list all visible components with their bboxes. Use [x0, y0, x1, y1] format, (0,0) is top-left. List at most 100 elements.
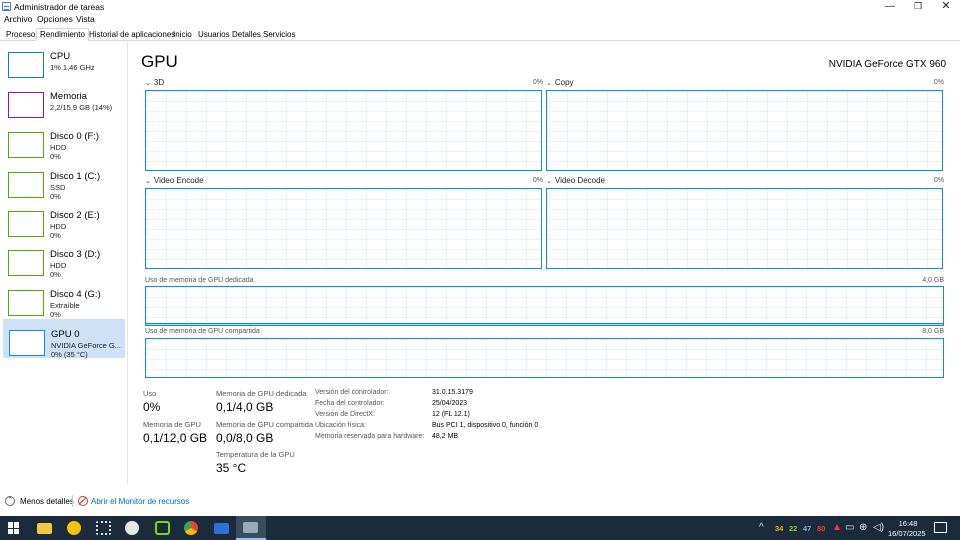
engine-video-decode-name: Video Decode: [554, 176, 605, 185]
gpu-memory-value: 0,1/12,0 GB: [143, 431, 208, 445]
taskbar: ^ 34 22 47 80 ▲ ▭ ⊕ ◁) 16:48 16/07/2025: [0, 516, 960, 540]
tab-rendimiento[interactable]: Rendimiento: [36, 28, 89, 41]
warning-app-icon[interactable]: [60, 516, 90, 540]
sidebar-item-cpu[interactable]: CPU 1% 1,46 GHz: [3, 42, 125, 81]
sidebar-item-name: Disco 4 (G:): [50, 289, 101, 300]
engine-copy-percent: 0%: [933, 79, 944, 86]
sidebar-item-usage: 0%: [50, 270, 61, 279]
gpu-model-name: NVIDIA GeForce GTX 960: [828, 59, 946, 70]
chrome-icon[interactable]: [177, 516, 207, 540]
driver-date-value: 25/04/2023: [432, 400, 468, 407]
uso-value: 0%: [143, 400, 161, 414]
engine-video-encode-name: Video Encode: [153, 176, 204, 185]
sidebar-item-disco-4[interactable]: Disco 4 (G:) Extraíble 0%: [3, 280, 125, 319]
resource-monitor-icon[interactable]: [78, 496, 88, 506]
driver-date-label: Fecha del controlador:: [315, 400, 385, 407]
screen-app-icon[interactable]: [207, 516, 237, 540]
sidebar-item-disco-1[interactable]: Disco 1 (C:) SSD 0%: [3, 162, 125, 201]
clock-date[interactable]: 16/07/2025: [888, 529, 926, 538]
dedicated-memory-fill: [146, 323, 943, 325]
chevron-down-icon: ⌄: [145, 178, 151, 185]
sidebar-item-memoria[interactable]: Memoria 2,2/15,9 GB (14%): [3, 82, 125, 121]
notification-icon[interactable]: [934, 522, 947, 533]
close-button[interactable]: ✕: [932, 0, 960, 13]
chevron-up-icon[interactable]: ⌃: [5, 496, 15, 506]
engine-3d-percent: 0%: [532, 79, 543, 86]
sidebar-item-usage: 0% (35 °C): [51, 350, 88, 359]
alert-circle-icon: [67, 521, 81, 535]
sidebar-item-usage: 0%: [50, 231, 61, 240]
engine-copy-graph: [546, 90, 943, 171]
tab-servicios[interactable]: Servicios: [259, 28, 299, 41]
sidebar-item-name: CPU: [50, 51, 71, 62]
clock-time[interactable]: 16:48: [898, 519, 918, 528]
gpu-temperature-label: Temperatura de la GPU: [216, 450, 295, 459]
engine-video-decode-label[interactable]: ⌄ Video Decode: [546, 176, 605, 185]
dedicated-memory-graph: [145, 286, 944, 326]
tab-inicio[interactable]: Inicio: [169, 28, 196, 41]
disk-thumbnail: [8, 211, 44, 237]
sidebar-item-disco-3[interactable]: Disco 3 (D:) HDD 0%: [3, 240, 125, 279]
shared-memory-max: 8,0 GB: [922, 328, 944, 335]
gpu-temperature-value: 35 °C: [216, 461, 247, 475]
engine-video-encode-label[interactable]: ⌄ Video Encode: [145, 176, 204, 185]
start-button-icon[interactable]: [8, 522, 20, 534]
driver-version-value: 31.0.15.3179: [432, 389, 473, 396]
tray-temp-2[interactable]: 22: [789, 524, 797, 533]
tools-app-icon[interactable]: [148, 516, 178, 540]
sidebar-item-disco-0[interactable]: Disco 0 (F:) HDD 0%: [3, 122, 125, 161]
tab-historial[interactable]: Historial de aplicaciones: [85, 28, 179, 41]
uso-label: Uso: [143, 389, 157, 398]
tab-bar: Procesos Rendimiento Historial de aplica…: [0, 28, 960, 41]
sidebar-item-detail: SSD: [50, 183, 66, 192]
tray-temp-3[interactable]: 47: [803, 524, 811, 533]
reserved-memory-label: Memoria reservada para hardware:: [315, 433, 425, 440]
minimize-button[interactable]: —: [876, 0, 904, 13]
chevron-up-icon[interactable]: ^: [759, 522, 764, 534]
sidebar-item-detail: HDD: [50, 222, 67, 231]
open-resource-monitor-link[interactable]: Abrir el Monitor de recursos: [91, 497, 189, 506]
sidebar-item-detail: HDD: [50, 261, 67, 270]
engine-copy-label[interactable]: ⌄ Copy: [546, 78, 574, 87]
directx-version-label: Versión de DirectX:: [315, 411, 375, 418]
sidebar-item-disco-2[interactable]: Disco 2 (E:) HDD 0%: [3, 201, 125, 240]
sidebar-item-name: Disco 1 (C:): [50, 171, 101, 182]
less-details-link[interactable]: Menos detalles: [20, 497, 74, 506]
cpu-thumbnail: [8, 52, 44, 78]
memory-thumbnail: [8, 92, 44, 118]
sidebar-item-detail: 1% 1,46 GHz: [50, 63, 95, 72]
footer-divider: [72, 495, 73, 507]
file-explorer-icon[interactable]: [30, 516, 60, 540]
dedicated-memory-stat-value: 0,1/4,0 GB: [216, 400, 274, 414]
menu-archivo[interactable]: Archivo: [4, 14, 32, 24]
gpu-thumbnail: [9, 330, 45, 356]
tray-temp-1[interactable]: 34: [775, 524, 783, 533]
sidebar-item-usage: 0%: [50, 310, 61, 319]
chrome-logo-icon: [184, 521, 198, 535]
page-title: GPU: [141, 52, 178, 71]
sidebar-item-name: GPU 0: [51, 329, 80, 340]
maximize-button[interactable]: ❐: [904, 0, 932, 13]
steam-icon[interactable]: [118, 516, 148, 540]
task-manager-icon: [2, 2, 11, 11]
volume-icon[interactable]: ◁): [873, 522, 884, 534]
engine-3d-label[interactable]: ⌄ 3D: [145, 78, 164, 87]
driver-version-label: Versión del controlador:: [315, 389, 389, 396]
engine-3d-graph: [145, 90, 542, 171]
menu-vista[interactable]: Vista: [76, 14, 95, 24]
menu-opciones[interactable]: Opciones: [37, 14, 73, 24]
calendar-app-icon[interactable]: [89, 516, 119, 540]
sidebar-item-detail: Extraíble: [50, 301, 80, 310]
tray-temp-4[interactable]: 80: [817, 524, 825, 533]
sidebar-item-detail: 2,2/15,9 GB (14%): [50, 103, 113, 112]
footer-bar: ⌃ Menos detalles Abrir el Monitor de rec…: [0, 492, 960, 510]
globe-icon[interactable]: ⊕: [859, 522, 867, 534]
task-manager-icon: [243, 522, 258, 533]
sidebar-item-detail: NVIDIA GeForce G...: [51, 341, 122, 350]
performance-sidebar: CPU 1% 1,46 GHz Memoria 2,2/15,9 GB (14%…: [0, 42, 128, 484]
sidebar-item-gpu-0[interactable]: GPU 0 NVIDIA GeForce G... 0% (35 °C): [3, 319, 125, 359]
task-manager-taskbar-icon[interactable]: [236, 516, 266, 540]
sidebar-item-name: Disco 3 (D:): [50, 249, 101, 260]
display-icon[interactable]: ▭: [845, 522, 854, 534]
warning-icon[interactable]: ▲: [832, 522, 842, 534]
